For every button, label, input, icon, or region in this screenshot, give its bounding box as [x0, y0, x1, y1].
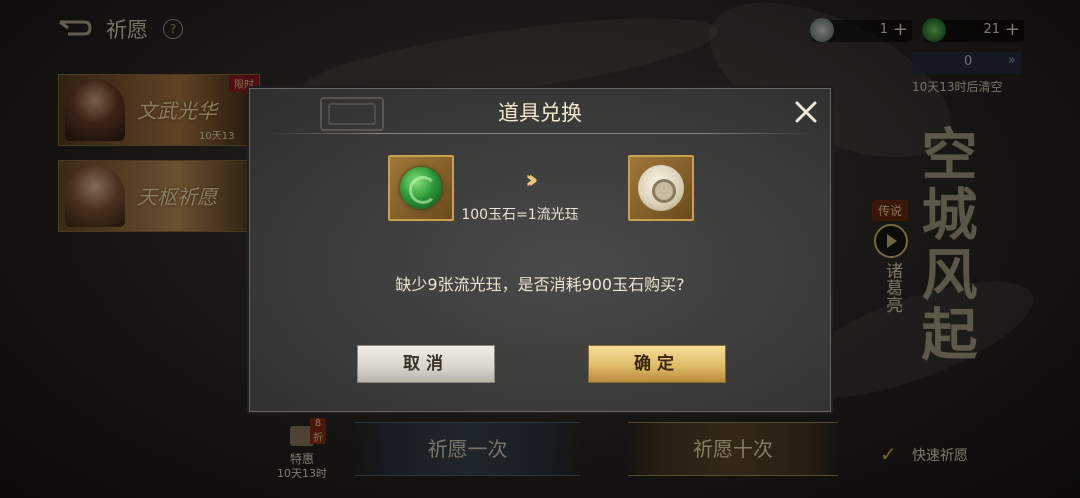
- dialog-message: 缺少9张流光珏，是否消耗900玉石购买?: [395, 275, 685, 294]
- exchange-rate: 100玉石=1流光珏: [250, 204, 830, 224]
- pendant-hole: [652, 179, 676, 203]
- divider: [270, 133, 810, 134]
- exchange-rate-text: 100玉石=1流光珏: [461, 207, 579, 223]
- jade-swirl: [409, 176, 437, 204]
- jade-stone-icon: [400, 167, 442, 209]
- dialog-title: 道具兑换: [498, 101, 582, 125]
- double-arrow-icon: ››: [525, 165, 539, 195]
- confirm-button[interactable]: 确定: [588, 345, 726, 383]
- exchange-dialog: 道具兑换 ›› 100玉石=1流光珏 缺少9张流光珏，是否消耗900玉石购买? …: [249, 88, 831, 412]
- cancel-button[interactable]: 取消: [357, 345, 495, 383]
- close-icon[interactable]: [794, 100, 818, 124]
- dialog-header: 道具兑换: [250, 89, 830, 133]
